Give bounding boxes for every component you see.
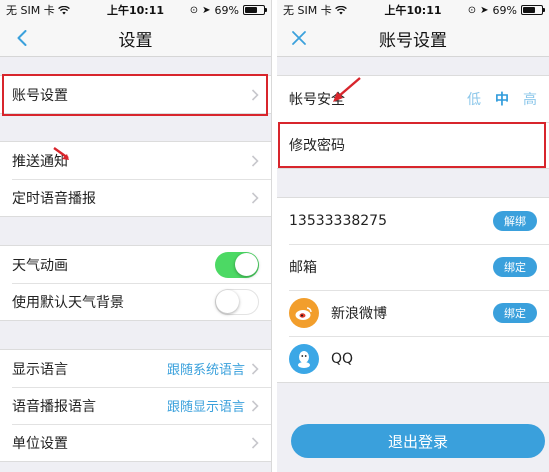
toggle-knob [235, 252, 258, 276]
row-scheduled-voice[interactable]: 定时语音播报 [0, 179, 271, 216]
row-account-settings[interactable]: 账号设置 [0, 76, 271, 113]
carrier-label: 无 SIM 卡 [283, 4, 332, 17]
account-group: 账号设置 [0, 75, 271, 114]
row-label: 使用默认天气背景 [12, 294, 124, 311]
row-label: 13533338275 [289, 213, 387, 229]
row-qq: QQ [277, 336, 549, 382]
row-label: 显示语言 [12, 361, 68, 378]
bound-accounts-group: 13533338275 解绑 邮箱 绑定 新浪微博 绑定 QQ [277, 197, 549, 383]
location-icon: ➤ [202, 4, 211, 16]
bind-button[interactable]: 绑定 [493, 303, 537, 323]
settings-screen: 无 SIM 卡 上午10:11 ⊙ ➤ 69% 设置 账号设置 推送通知 定时语… [0, 0, 272, 472]
chevron-right-icon [251, 362, 259, 375]
nav-bar: 账号设置 [277, 20, 549, 57]
row-unit-settings[interactable]: 单位设置 [0, 424, 271, 461]
chevron-left-icon [17, 30, 27, 46]
battery-icon [521, 5, 545, 15]
row-label: 语音播报语言 [12, 398, 96, 415]
wifi-icon [334, 5, 347, 14]
weibo-icon [289, 298, 319, 328]
row-push-notification[interactable]: 推送通知 [0, 142, 271, 179]
status-bar: 无 SIM 卡 上午10:11 ⊙ ➤ 69% [277, 0, 549, 20]
row-email: 邮箱 绑定 [277, 244, 549, 290]
battery-percent: 69% [492, 3, 517, 17]
row-label: 邮箱 [289, 260, 317, 276]
chevron-right-icon [251, 399, 259, 412]
row-change-password[interactable]: 修改密码 [277, 122, 549, 168]
row-default-background: 使用默认天气背景 [0, 283, 271, 320]
chevron-right-icon [251, 154, 259, 167]
battery-percent: 69% [214, 3, 239, 17]
close-icon [292, 31, 306, 45]
page-title: 设置 [118, 30, 153, 51]
rotation-lock-icon: ⊙ [189, 4, 199, 16]
level-medium: 中 [495, 92, 509, 108]
unbind-button[interactable]: 解绑 [493, 211, 537, 231]
nav-bar: 设置 [0, 20, 271, 57]
row-value: 跟随显示语言 [166, 400, 245, 415]
account-settings-screen: 无 SIM 卡 上午10:11 ⊙ ➤ 69% 账号设置 帐号安全 低 中 高 … [277, 0, 549, 472]
row-value: 跟随系统语言 [166, 363, 245, 378]
chevron-right-icon [251, 88, 259, 101]
carrier-label: 无 SIM 卡 [6, 4, 55, 17]
row-label: 单位设置 [12, 435, 68, 452]
close-button[interactable] [287, 26, 311, 50]
row-label: 定时语音播报 [12, 190, 96, 207]
row-label: 修改密码 [289, 138, 345, 154]
back-button[interactable] [10, 26, 34, 50]
weather-group: 天气动画 使用默认天气背景 [0, 245, 271, 321]
toggle-knob [216, 289, 239, 313]
row-label: 账号设置 [12, 87, 68, 104]
chevron-right-icon [251, 436, 259, 449]
page-title: 账号设置 [379, 30, 447, 51]
row-label: 帐号安全 [289, 92, 345, 108]
row-label: 天气动画 [12, 257, 68, 274]
row-account-security: 帐号安全 低 中 高 [277, 76, 549, 122]
qq-icon [289, 344, 319, 374]
battery-fill [245, 7, 258, 13]
language-group: 显示语言 跟随系统语言 语音播报语言 跟随显示语言 单位设置 [0, 349, 271, 462]
weather-animation-toggle[interactable] [215, 251, 259, 278]
row-voice-language[interactable]: 语音播报语言 跟随显示语言 [0, 387, 271, 424]
security-level: 低 中 高 [467, 89, 537, 109]
row-label: QQ [331, 351, 354, 367]
status-bar: 无 SIM 卡 上午10:11 ⊙ ➤ 69% [0, 0, 271, 20]
row-phone: 13533338275 解绑 [277, 198, 549, 244]
level-high: 高 [523, 92, 537, 108]
row-label: 新浪微博 [331, 306, 387, 322]
row-weather-animation: 天气动画 [0, 246, 271, 283]
wifi-icon [57, 5, 70, 14]
chevron-right-icon [251, 191, 259, 204]
row-label: 推送通知 [12, 153, 68, 170]
rotation-lock-icon: ⊙ [467, 4, 477, 16]
bind-button[interactable]: 绑定 [493, 257, 537, 277]
level-low: 低 [467, 92, 481, 108]
security-group: 帐号安全 低 中 高 修改密码 [277, 75, 549, 169]
battery-icon [243, 5, 267, 15]
row-display-language[interactable]: 显示语言 跟随系统语言 [0, 350, 271, 387]
location-icon: ➤ [480, 4, 489, 16]
row-weibo: 新浪微博 绑定 [277, 290, 549, 336]
default-background-toggle[interactable] [215, 288, 259, 315]
notification-group: 推送通知 定时语音播报 [0, 141, 271, 217]
battery-fill [523, 7, 536, 13]
logout-button[interactable]: 退出登录 [291, 424, 545, 458]
